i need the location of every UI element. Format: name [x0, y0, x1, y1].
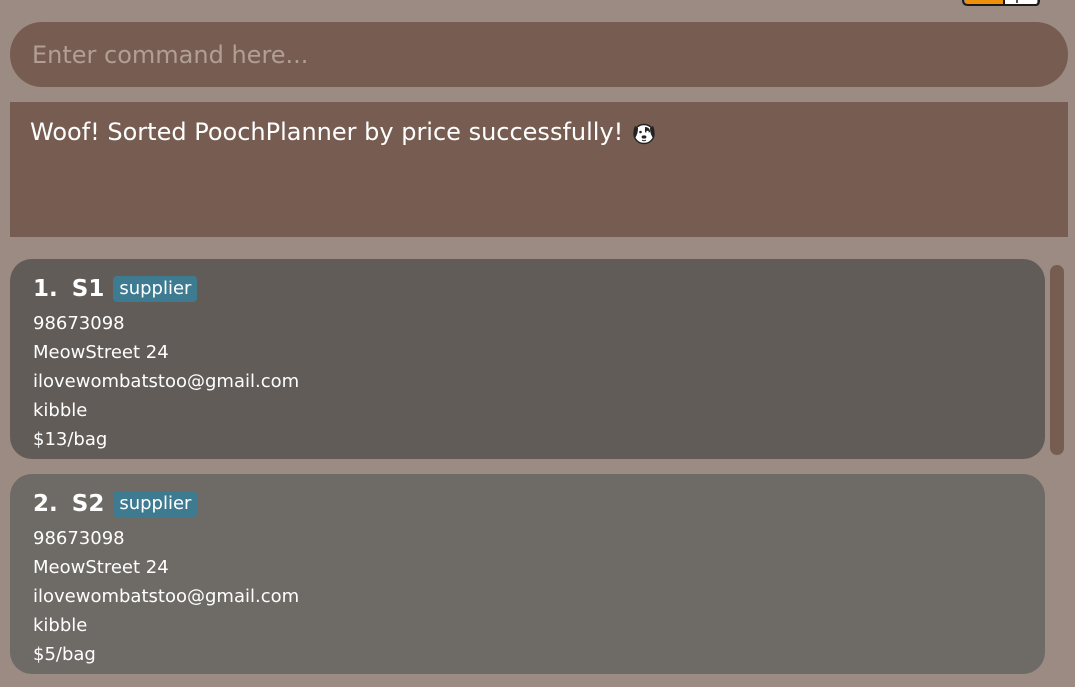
contact-index: 1. — [33, 276, 58, 302]
contact-card[interactable]: 2. S2 supplier 98673098 MeowStreet 24 il… — [10, 474, 1045, 674]
contact-address: MeowStreet 24 — [33, 342, 169, 363]
dog-face-icon — [631, 121, 657, 145]
contact-email: ilovewombatstoo@gmail.com — [33, 586, 300, 607]
contact-card[interactable]: 1. S1 supplier 98673098 MeowStreet 24 il… — [10, 259, 1045, 459]
contact-tag: supplier — [113, 276, 198, 302]
contact-phone: 98673098 — [33, 528, 125, 549]
contact-tag: supplier — [113, 491, 198, 517]
contact-phone: 98673098 — [33, 313, 125, 334]
list-scrollbar[interactable] — [1050, 265, 1064, 455]
contact-address: MeowStreet 24 — [33, 557, 169, 578]
contact-product: kibble — [33, 615, 88, 636]
result-display: Woof! Sorted PoochPlanner by price succe… — [10, 102, 1068, 237]
contact-list[interactable]: 1. S1 supplier 98673098 MeowStreet 24 il… — [0, 252, 1075, 687]
contact-price: $5/bag — [33, 644, 96, 665]
contact-email: ilovewombatstoo@gmail.com — [33, 371, 300, 392]
contact-name: S2 — [71, 491, 105, 517]
contact-name: S1 — [71, 276, 105, 302]
result-message: Woof! Sorted PoochPlanner by price succe… — [30, 118, 624, 146]
contact-product: kibble — [33, 400, 88, 421]
app-logo-icon — [962, 0, 1040, 6]
contact-price: $13/bag — [33, 429, 108, 450]
scrollbar-thumb[interactable] — [1050, 265, 1064, 455]
command-box — [10, 22, 1068, 87]
contact-index: 2. — [33, 491, 58, 517]
command-input[interactable] — [32, 40, 1046, 69]
